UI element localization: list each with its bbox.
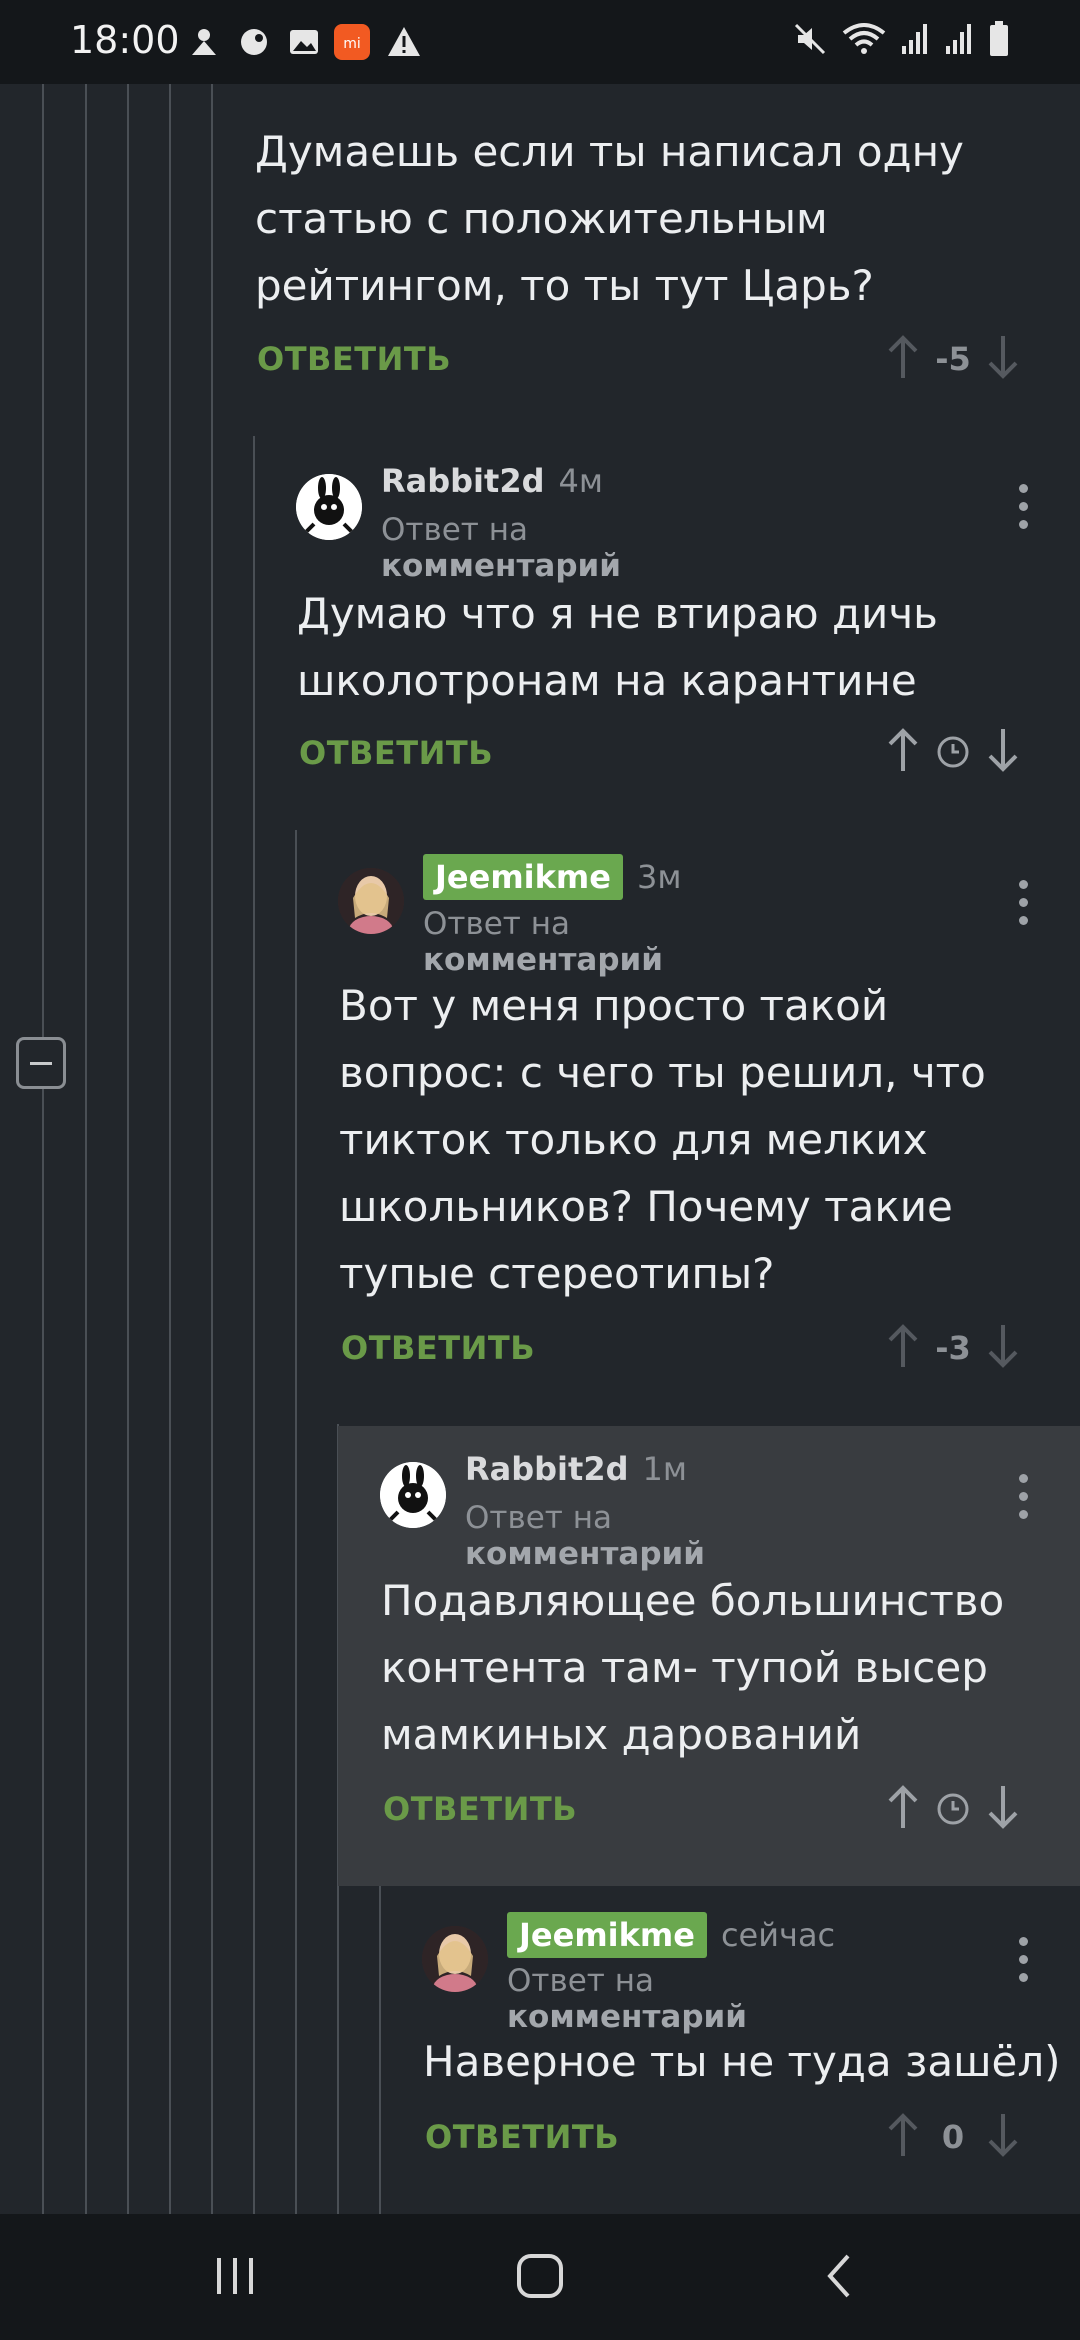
reply-to-info: Ответ на комментарий	[465, 1500, 705, 1572]
upvote-icon[interactable]	[884, 2112, 922, 2162]
mute-icon	[792, 21, 828, 61]
signal-icon	[900, 22, 930, 60]
rating: 0	[941, 2118, 965, 2156]
upvote-icon[interactable]	[884, 727, 922, 777]
mi-app-icon: mi	[332, 22, 372, 62]
collapse-thread-button[interactable]	[16, 1037, 66, 1089]
more-options-icon[interactable]	[1019, 880, 1031, 934]
comment-text: Думаешь если ты написал одну статью с по…	[255, 127, 964, 310]
more-options-icon[interactable]	[1019, 484, 1031, 538]
rating: -3	[935, 1329, 971, 1367]
thread-line	[211, 84, 213, 2214]
upvote-icon[interactable]	[884, 334, 922, 384]
status-time: 18:00	[70, 18, 180, 62]
more-options-icon[interactable]	[1019, 1937, 1031, 1991]
comment-text: Думаю что я не втираю дичь школотронам н…	[297, 589, 938, 705]
signal-icon	[944, 22, 974, 60]
downvote-icon[interactable]	[984, 1323, 1022, 1373]
avatar[interactable]	[296, 474, 362, 540]
thread-line	[169, 84, 171, 2214]
navigation-bar	[0, 2214, 1080, 2340]
wifi-icon	[842, 21, 886, 61]
thread-line	[127, 84, 129, 2214]
username-badge[interactable]: Jeemikme	[507, 1912, 707, 1958]
reply-target-link[interactable]: комментарий	[381, 548, 621, 584]
upvote-icon[interactable]	[884, 1323, 922, 1373]
reply-button[interactable]: ОТВЕТИТЬ	[299, 734, 493, 772]
reply-to-info: Ответ на комментарий	[381, 512, 621, 584]
thread-line	[379, 1886, 381, 2214]
comment-time: 4м	[558, 462, 603, 500]
username[interactable]: Rabbit2d	[465, 1450, 628, 1488]
reply-to-info: Ответ на комментарий	[507, 1963, 747, 2035]
thread-line	[42, 84, 44, 2214]
thread-line	[85, 84, 87, 2214]
comment-time: 1м	[642, 1450, 687, 1488]
android-auto-icon	[186, 22, 222, 62]
comment-text: Подавляющее большинство контента там- ту…	[381, 1576, 1005, 1759]
reply-button[interactable]: ОТВЕТИТЬ	[383, 1790, 577, 1828]
recents-button[interactable]	[205, 2250, 265, 2302]
thread-line	[253, 436, 255, 2214]
home-icon	[517, 2254, 563, 2298]
warning-icon	[384, 22, 424, 62]
battery-icon	[988, 20, 1010, 62]
status-bar: 18:00 mi	[0, 0, 1080, 84]
svg-text:mi: mi	[343, 36, 361, 52]
image-icon	[286, 22, 322, 62]
comment-time: 3м	[636, 858, 682, 896]
username[interactable]: Rabbit2d	[381, 462, 544, 500]
paint-icon	[236, 22, 272, 62]
recents-icon	[217, 2258, 253, 2294]
back-icon	[827, 2254, 850, 2298]
comment-text: Вот у меня просто такой вопрос: с чего т…	[339, 981, 986, 1298]
downvote-icon[interactable]	[984, 1784, 1022, 1834]
more-options-icon[interactable]	[1019, 1474, 1031, 1528]
downvote-icon[interactable]	[984, 727, 1022, 777]
comment-time: сейчас	[720, 1916, 836, 1954]
username-badge[interactable]: Jeemikme	[423, 854, 623, 900]
comment-text: Наверное ты не туда зашёл)	[423, 2037, 1061, 2086]
avatar[interactable]	[422, 1926, 488, 1992]
minus-icon	[30, 1062, 52, 1065]
downvote-icon[interactable]	[984, 2112, 1022, 2162]
rating: -5	[935, 340, 971, 378]
upvote-icon[interactable]	[884, 1784, 922, 1834]
reply-button[interactable]: ОТВЕТИТЬ	[425, 2118, 619, 2156]
avatar[interactable]	[380, 1462, 446, 1528]
rating-hidden-clock-icon	[922, 1792, 984, 1826]
back-button[interactable]	[810, 2250, 870, 2302]
downvote-icon[interactable]	[984, 334, 1022, 384]
avatar[interactable]	[338, 868, 404, 934]
home-button[interactable]	[510, 2250, 570, 2302]
reply-to-info: Ответ на комментарий	[423, 906, 663, 978]
thread-line	[295, 830, 297, 2214]
reply-button[interactable]: ОТВЕТИТЬ	[341, 1329, 535, 1367]
reply-button[interactable]: ОТВЕТИТЬ	[257, 340, 451, 378]
rating-hidden-clock-icon	[922, 735, 984, 769]
